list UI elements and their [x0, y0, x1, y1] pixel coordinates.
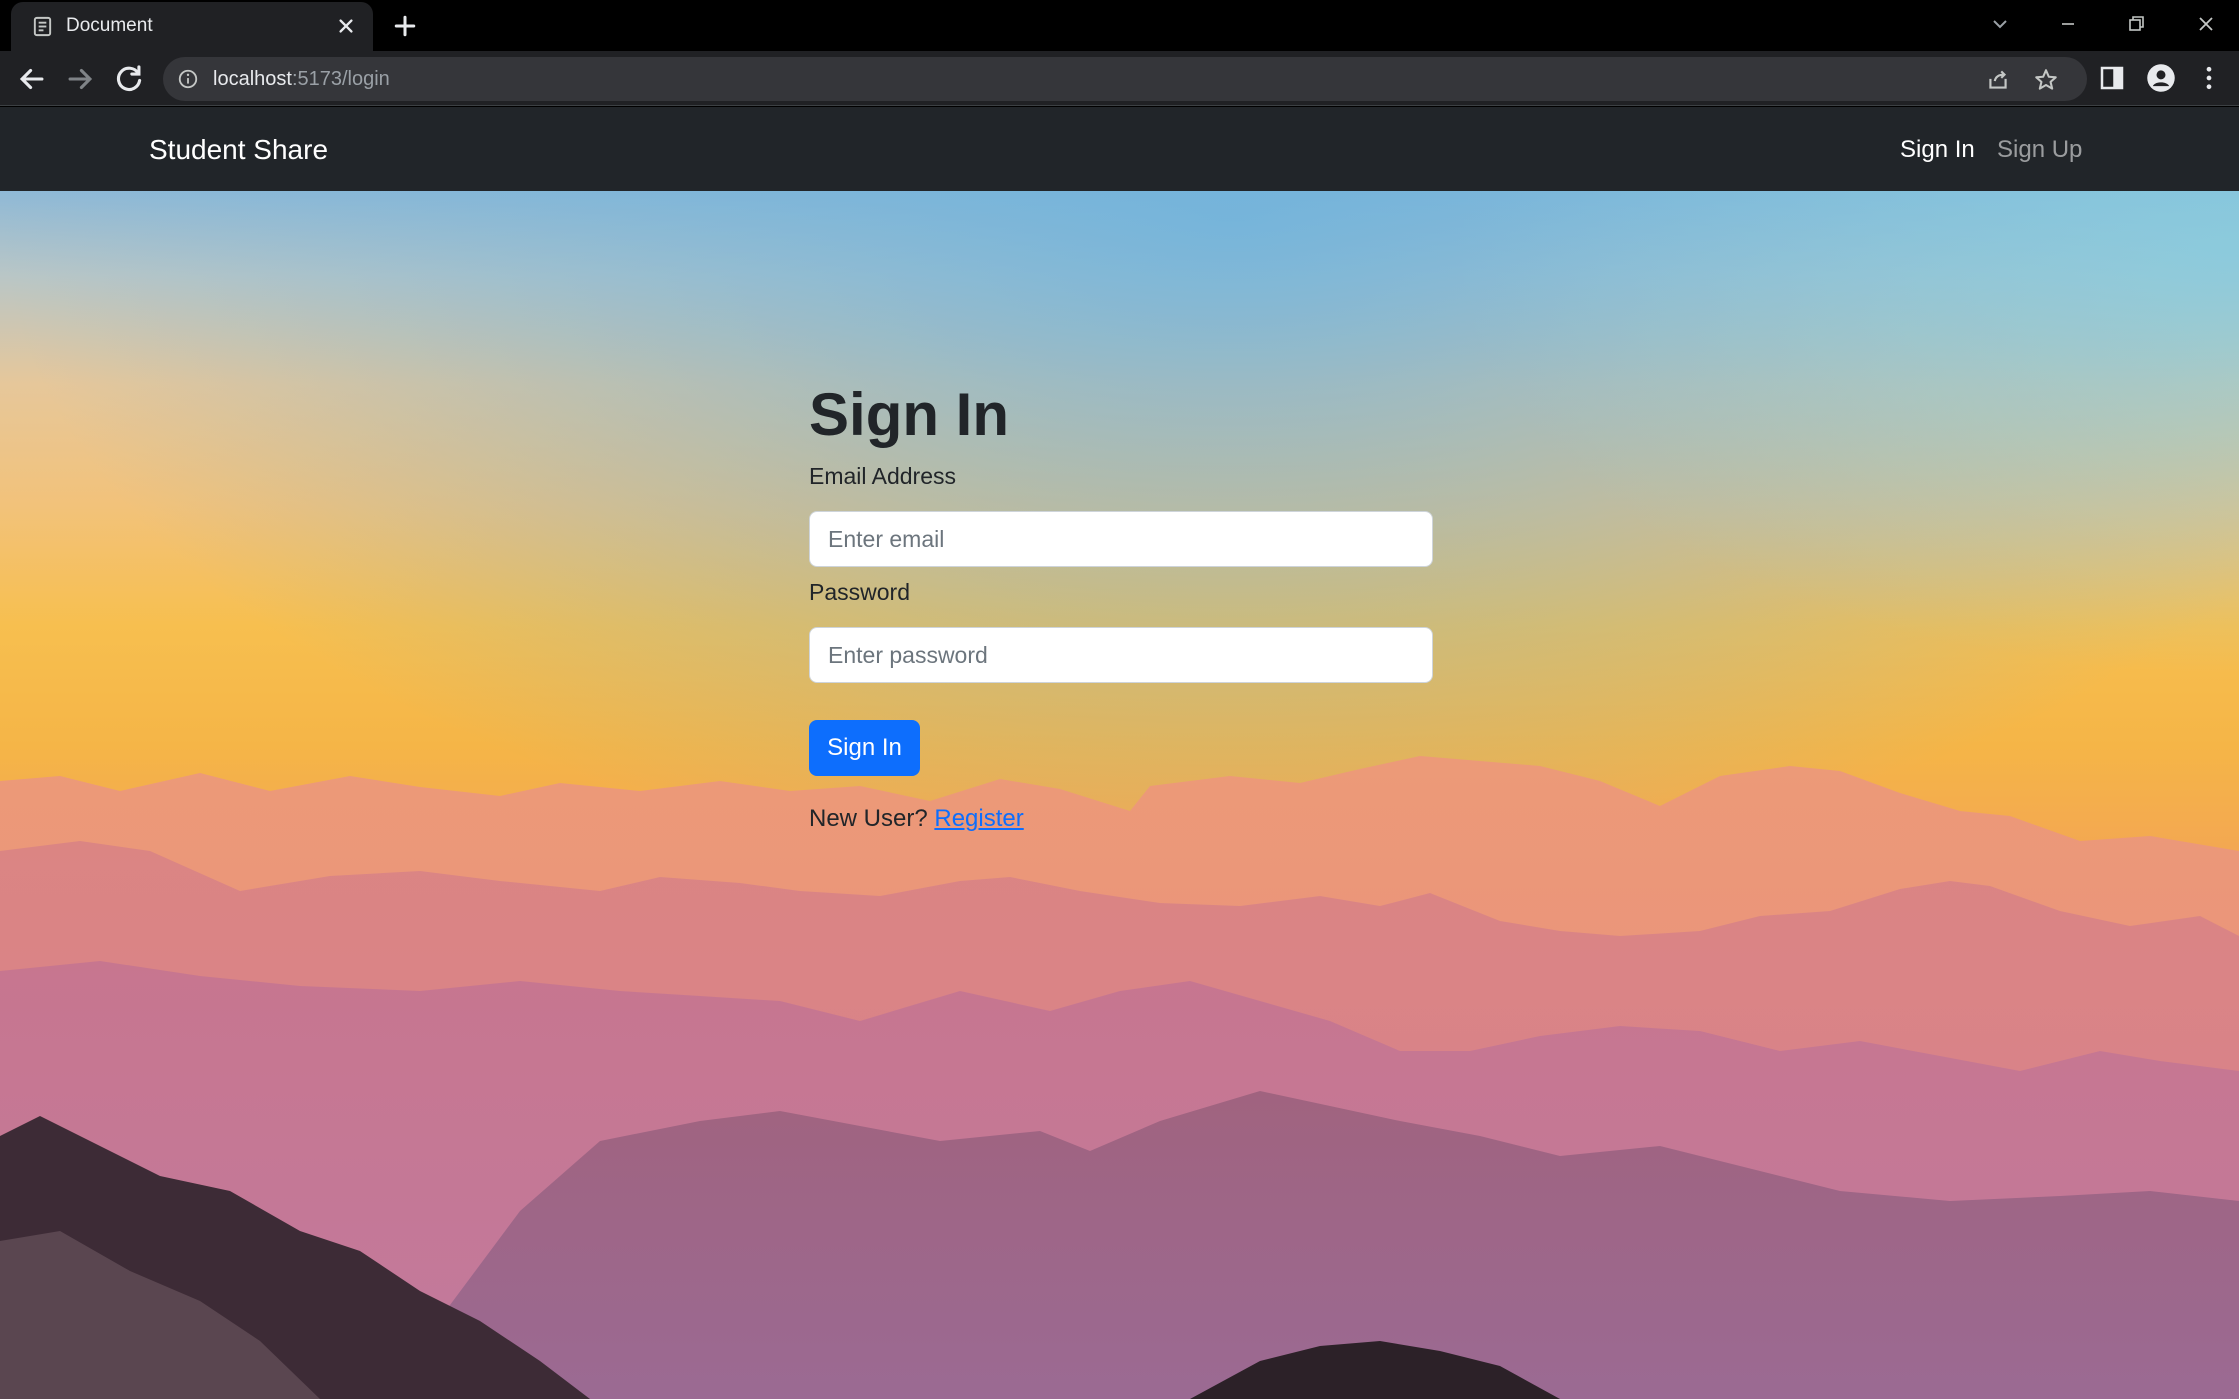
tab-title: Document: [66, 15, 153, 36]
share-icon[interactable]: [1985, 67, 2011, 93]
minimize-icon[interactable]: [2048, 6, 2088, 42]
star-icon[interactable]: [2033, 67, 2059, 93]
info-icon[interactable]: [177, 68, 199, 90]
side-panel-icon[interactable]: [2097, 63, 2127, 93]
browser-tab[interactable]: Document: [11, 2, 373, 51]
brand-link[interactable]: Student Share: [149, 133, 328, 167]
reload-icon[interactable]: [112, 62, 146, 96]
forward-arrow-icon[interactable]: [63, 62, 97, 96]
restore-icon[interactable]: [2116, 6, 2156, 42]
sign-in-button[interactable]: Sign In: [809, 720, 920, 776]
profile-avatar-icon[interactable]: [2146, 63, 2176, 93]
url-path: :5173/login: [291, 68, 390, 90]
chevron-down-icon[interactable]: [1980, 6, 2020, 42]
url-text: localhost:5173/login: [213, 67, 390, 91]
nav-sign-in[interactable]: Sign In: [1900, 134, 1975, 166]
plus-icon[interactable]: [390, 11, 420, 41]
site-navbar: Student Share Sign In Sign Up: [0, 107, 2239, 191]
window-close-icon[interactable]: [2186, 6, 2226, 42]
url-host: localhost: [213, 68, 292, 90]
close-icon[interactable]: [333, 13, 359, 39]
email-field[interactable]: [809, 511, 1433, 567]
nav-sign-up[interactable]: Sign Up: [1997, 134, 2082, 166]
mountain-sunset-background: [0, 191, 2239, 1399]
address-bar[interactable]: localhost:5173/login: [163, 57, 2087, 101]
browser-tabstrip: Document: [0, 0, 2239, 51]
back-arrow-icon[interactable]: [15, 62, 49, 96]
page-title: Sign In: [809, 381, 1009, 448]
page-viewport: Student Share Sign In Sign Up Sign In Em…: [0, 107, 2239, 1399]
document-icon: [33, 16, 52, 37]
password-label: Password: [809, 579, 910, 605]
new-user-prompt: New User? Register: [809, 803, 1024, 835]
browser-toolbar: localhost:5173/login: [0, 51, 2239, 106]
register-link[interactable]: Register: [934, 805, 1023, 832]
hero-background: Sign In Email Address Password Sign In N…: [0, 191, 2239, 1399]
more-menu-icon[interactable]: [2194, 63, 2224, 93]
password-field[interactable]: [809, 627, 1433, 683]
email-label: Email Address: [809, 463, 957, 489]
new-user-text: New User?: [809, 805, 928, 832]
